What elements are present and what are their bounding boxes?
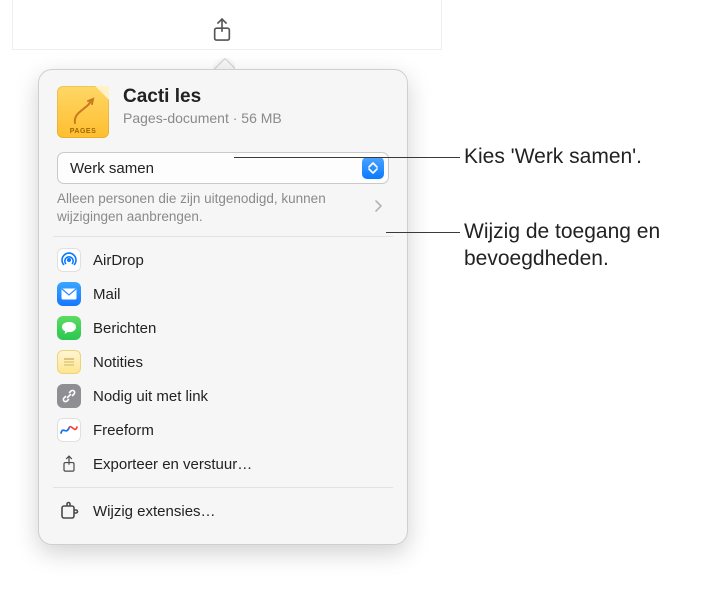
document-title: Cacti les <box>123 86 282 108</box>
edit-extensions[interactable]: Wijzig extensies… <box>45 494 401 528</box>
option-export-send[interactable]: Exporteer en verstuur… <box>45 447 401 481</box>
collaboration-mode-label: Werk samen <box>70 160 154 177</box>
option-notes[interactable]: Notities <box>45 345 401 379</box>
share-button[interactable] <box>204 14 240 46</box>
callout-text-b: Wijzig de toegang en bevoegdheden. <box>464 218 704 273</box>
option-label: Nodig uit met link <box>93 388 391 405</box>
notes-icon <box>57 350 81 374</box>
chevron-right-icon <box>375 199 389 217</box>
option-freeform[interactable]: Freeform <box>45 413 401 447</box>
option-label: AirDrop <box>93 252 391 269</box>
messages-icon <box>57 316 81 340</box>
footer-options: Wijzig extensies… <box>39 488 407 534</box>
updown-chevrons-icon <box>362 157 384 179</box>
option-airdrop[interactable]: AirDrop <box>45 243 401 277</box>
link-icon <box>57 384 81 408</box>
permissions-row[interactable]: Alleen personen die zijn uitgenodigd, ku… <box>57 190 389 226</box>
callout-text-a: Kies 'Werk samen'. <box>464 143 642 170</box>
share-options-list: AirDrop Mail Berichten <box>39 237 407 487</box>
pages-document-icon: PAGES <box>57 86 109 138</box>
share-popover: PAGES Cacti les Pages-document · 56 MB W… <box>38 69 408 545</box>
option-invite-link[interactable]: Nodig uit met link <box>45 379 401 413</box>
option-messages[interactable]: Berichten <box>45 311 401 345</box>
pages-badge: PAGES <box>57 128 109 135</box>
callout-line <box>234 157 460 158</box>
document-subtitle: Pages-document · 56 MB <box>123 110 282 126</box>
callout-line <box>386 232 460 233</box>
option-mail[interactable]: Mail <box>45 277 401 311</box>
freeform-icon <box>57 418 81 442</box>
option-label: Freeform <box>93 422 391 439</box>
option-label: Wijzig extensies… <box>93 503 391 520</box>
extensions-icon <box>57 499 81 523</box>
mail-icon <box>57 282 81 306</box>
share-icon <box>211 16 233 44</box>
export-icon <box>57 452 81 476</box>
option-label: Berichten <box>93 320 391 337</box>
option-label: Exporteer en verstuur… <box>93 456 391 473</box>
permissions-text: Alleen personen die zijn uitgenodigd, ku… <box>57 190 367 226</box>
document-type: Pages-document <box>123 110 229 126</box>
option-label: Mail <box>93 286 391 303</box>
airdrop-icon <box>57 248 81 272</box>
document-size: 56 MB <box>241 110 281 126</box>
option-label: Notities <box>93 354 391 371</box>
document-header: PAGES Cacti les Pages-document · 56 MB <box>39 86 407 146</box>
